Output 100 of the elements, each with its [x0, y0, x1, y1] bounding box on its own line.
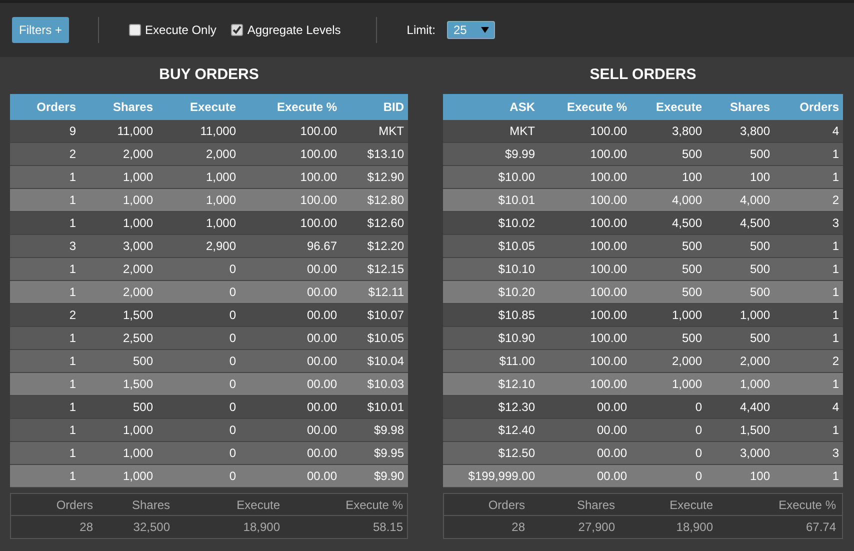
table-cell-text: 0	[228, 284, 237, 301]
table-cell-text: 1	[68, 353, 77, 370]
checkbox[interactable]	[129, 24, 142, 36]
table-cell-text: 11,000	[199, 123, 237, 140]
summary-header: Orders	[487, 496, 526, 514]
table-cell-text: $10.01	[366, 399, 405, 416]
table-cell-text: 500	[748, 238, 771, 255]
summary-value: 67.74	[804, 519, 837, 536]
table-cell-text: 1,000	[204, 192, 237, 209]
table-cell-text: 00.00	[306, 376, 338, 393]
table-cell-text: 2	[831, 192, 840, 209]
column-header[interactable]: Execute %	[539, 98, 631, 116]
table-cell-text: 100.00	[299, 215, 338, 232]
table-cell-text: 1	[831, 284, 840, 301]
table-cell-text: 00.00	[306, 261, 338, 278]
column-header[interactable]: BID	[341, 98, 408, 116]
column-header[interactable]: ASK	[443, 98, 539, 116]
table-cell-text: 00.00	[306, 422, 338, 439]
table-cell-text: 100.00	[589, 238, 628, 255]
summary-value: 28	[510, 519, 526, 536]
table-cell-text: 500	[680, 284, 703, 301]
table-cell-text: 4	[831, 399, 840, 416]
table-cell-text: 1,000	[122, 445, 154, 462]
table-cell-text: 00.00	[306, 307, 338, 324]
table-cell-text: $10.03	[366, 376, 405, 393]
table-cell-text: $10.20	[497, 284, 536, 301]
table-cell-text: $9.99	[504, 146, 536, 163]
column-header[interactable]: Execute %	[240, 98, 341, 116]
filters-button[interactable]: Filters +	[12, 17, 70, 43]
table-cell-text: 1,000	[738, 376, 771, 393]
table-cell-text: $9.98	[372, 422, 405, 439]
table-cell-text: 1	[68, 399, 77, 416]
table-cell-text: 3	[831, 445, 840, 462]
table-cell-text: 0	[228, 376, 237, 393]
table-cell-text: 500	[680, 261, 703, 278]
table-cell-text: 0	[694, 445, 703, 462]
table-cell-text: 1	[68, 169, 77, 186]
table-cell-text: 100.00	[589, 192, 628, 209]
table-cell-text: 100.00	[589, 353, 628, 370]
table-cell-text: 96.67	[306, 238, 338, 255]
summary-header: Execute	[236, 496, 281, 514]
table-cell-text: 00.00	[306, 284, 338, 301]
table-cell-text: 2,500	[122, 330, 154, 347]
table-cell-text: 100.00	[299, 123, 338, 140]
table-cell-text: 00.00	[306, 330, 338, 347]
table-cell-text: 1	[68, 468, 77, 485]
table-cell-text: 1	[831, 307, 840, 324]
table-cell-text: 500	[132, 353, 154, 370]
table-cell-text: $199,999.00	[467, 468, 536, 485]
table-cell-text: 3	[68, 238, 77, 255]
table-cell-text: 2,000	[670, 353, 703, 370]
limit-dropdown[interactable]: 25	[447, 21, 496, 39]
checkbox-label: Aggregate Levels	[247, 22, 341, 39]
table-cell-text: 0	[694, 422, 703, 439]
summary-value: 58.15	[372, 519, 404, 536]
table-cell-text: 1	[68, 422, 77, 439]
table-cell-text: $12.20	[366, 238, 405, 255]
summary-header: Shares	[130, 496, 171, 514]
table-cell-text: 2	[68, 146, 77, 163]
column-header[interactable]: Shares	[706, 98, 774, 116]
table-cell-text: 1,000	[670, 376, 703, 393]
column-header[interactable]: Orders	[10, 98, 80, 116]
table-cell-text: 500	[132, 399, 154, 416]
table-cell-text: 100.00	[299, 146, 338, 163]
table-cell-text: 4,500	[738, 215, 771, 232]
summary-header: Shares	[576, 496, 616, 514]
section-title: SELL ORDERS	[588, 65, 698, 85]
table-cell-text: 1	[831, 238, 840, 255]
table-cell-text: 1,000	[204, 215, 237, 232]
table-cell-text: 100.00	[299, 192, 338, 209]
table-cell-text: 1	[831, 422, 840, 439]
table-cell-text: 1,000	[122, 215, 154, 232]
table-cell-text: $12.10	[497, 376, 536, 393]
column-header[interactable]: Orders	[774, 98, 843, 116]
table-cell-text: 100.00	[589, 376, 628, 393]
table-cell-text: 3,800	[738, 123, 771, 140]
table-cell-text: 1	[831, 169, 840, 186]
column-header[interactable]: Execute	[631, 98, 706, 116]
table-cell-text: 100.00	[589, 123, 628, 140]
table-cell-text: 3	[831, 215, 840, 232]
table-cell-text: 1	[831, 146, 840, 163]
table-cell-text: 100	[748, 169, 771, 186]
table-cell-text: 0	[228, 353, 237, 370]
table-cell-text: 1,000	[122, 468, 154, 485]
table-cell-text: 2,000	[204, 146, 237, 163]
column-header[interactable]: Execute	[157, 98, 240, 116]
table-cell-text: 500	[680, 238, 703, 255]
table-cell-text: $10.90	[497, 330, 536, 347]
table-cell-text: 1	[68, 330, 77, 347]
column-header[interactable]: Shares	[80, 98, 157, 116]
table-cell-text: 00.00	[306, 399, 338, 416]
table-cell-text: 0	[694, 468, 703, 485]
table-cell-text: 100	[680, 169, 703, 186]
table-cell-text: 0	[228, 399, 237, 416]
table-cell-text: 1	[831, 376, 840, 393]
checkbox[interactable]	[231, 24, 244, 36]
table-cell-text: 500	[748, 284, 771, 301]
table-cell-text: MKT	[508, 123, 536, 140]
table-cell-text: 500	[680, 146, 703, 163]
table-cell-text: 0	[694, 399, 703, 416]
